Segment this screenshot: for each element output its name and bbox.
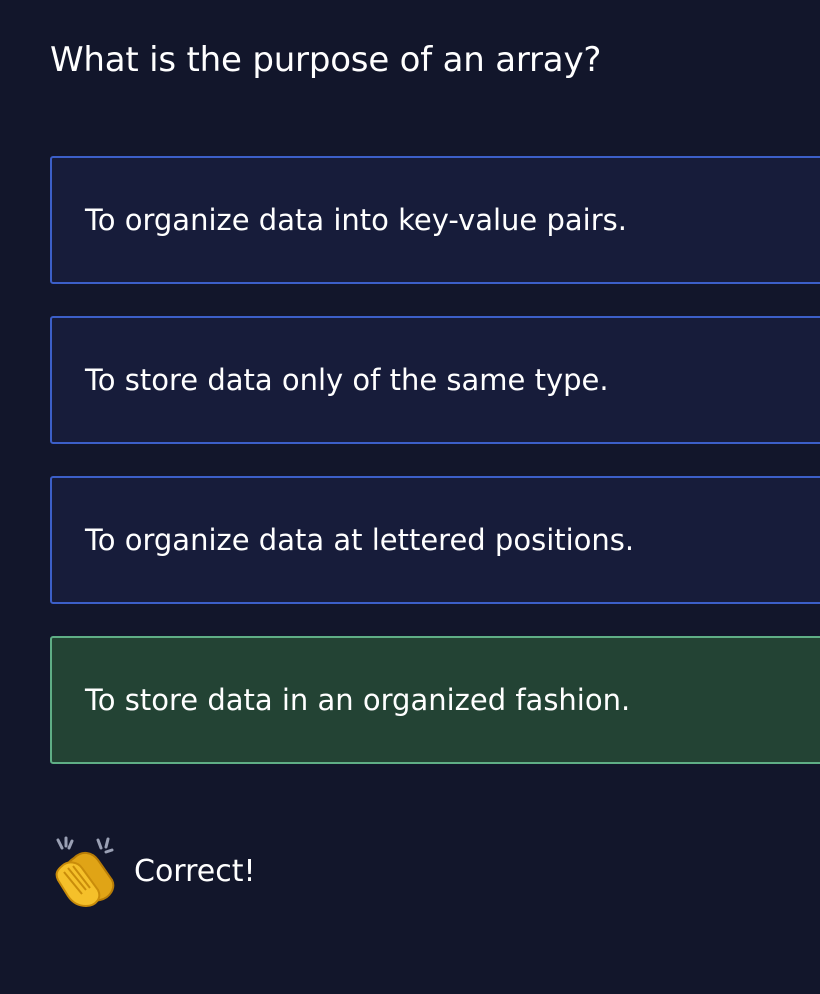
- feedback-text: Correct!: [134, 854, 256, 889]
- answer-option-4-correct[interactable]: To store data in an organized fashion.: [50, 636, 820, 764]
- question-title: What is the purpose of an array?: [50, 40, 602, 80]
- answer-option-label: To store data only of the same type.: [85, 363, 609, 397]
- answer-options: To organize data into key-value pairs. T…: [50, 156, 820, 796]
- answer-option-label: To organize data at lettered positions.: [85, 523, 635, 557]
- answer-option-label: To organize data into key-value pairs.: [85, 203, 627, 237]
- answer-option-2[interactable]: To store data only of the same type.: [50, 316, 820, 444]
- feedback-message: Correct!: [50, 832, 256, 912]
- clapping-hands-icon: [50, 836, 122, 908]
- answer-option-3[interactable]: To organize data at lettered positions.: [50, 476, 820, 604]
- answer-option-1[interactable]: To organize data into key-value pairs.: [50, 156, 820, 284]
- answer-option-label: To store data in an organized fashion.: [85, 683, 631, 717]
